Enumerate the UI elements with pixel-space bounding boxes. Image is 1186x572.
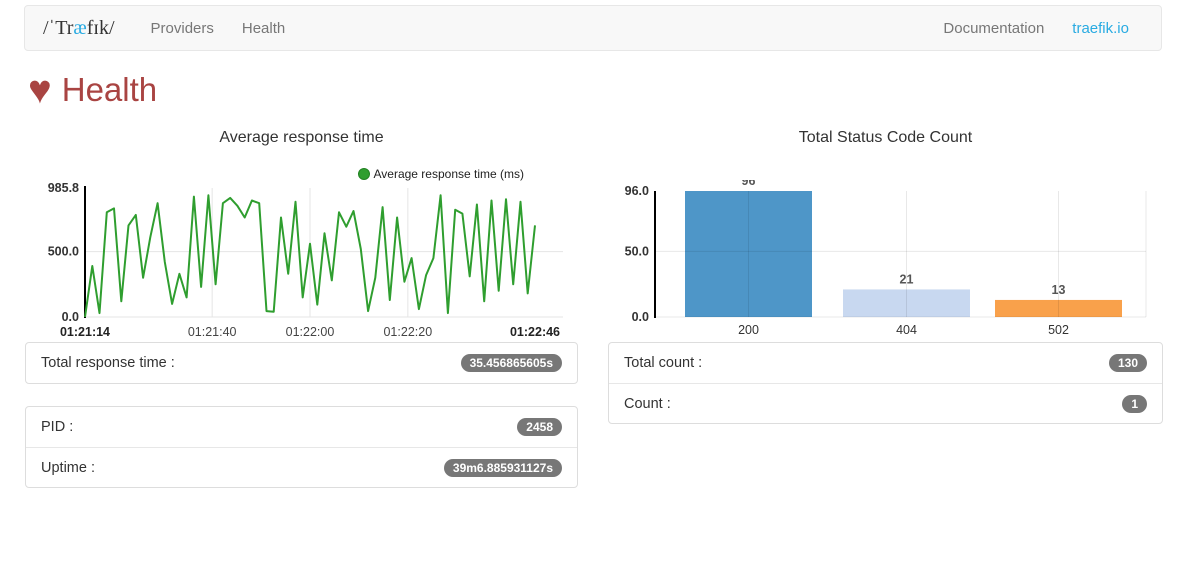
count-badge: 1 bbox=[1122, 395, 1147, 413]
svg-text:21: 21 bbox=[900, 272, 914, 286]
stat-label: Uptime : bbox=[41, 460, 95, 476]
svg-text:200: 200 bbox=[738, 323, 759, 337]
nav-item-providers[interactable]: Providers bbox=[151, 20, 214, 37]
svg-text:96: 96 bbox=[742, 180, 756, 188]
svg-text:0.0: 0.0 bbox=[632, 310, 649, 324]
process-info-panel: PID : 2458 Uptime : 39m6.885931127s bbox=[25, 406, 578, 488]
logo-text-ae: æ bbox=[73, 17, 86, 39]
response-time-chart-title: Average response time bbox=[25, 127, 578, 147]
nav-item-documentation[interactable]: Documentation bbox=[943, 20, 1044, 37]
svg-text:50.0: 50.0 bbox=[625, 244, 649, 258]
svg-text:500.0: 500.0 bbox=[48, 245, 79, 259]
legend-dot-icon bbox=[358, 168, 370, 180]
svg-text:985.8: 985.8 bbox=[48, 181, 79, 195]
response-time-legend: Average response time (ms) bbox=[358, 167, 524, 181]
page-title: Health bbox=[62, 71, 157, 109]
svg-text:01:22:00: 01:22:00 bbox=[286, 325, 335, 339]
stat-label: Total response time : bbox=[41, 355, 175, 371]
page-header: ♥ Health bbox=[28, 71, 1162, 109]
pid-badge: 2458 bbox=[517, 418, 562, 436]
svg-text:01:22:46: 01:22:46 bbox=[510, 325, 560, 339]
nav-item-traefik-io[interactable]: traefik.io bbox=[1072, 20, 1129, 37]
stat-label: PID : bbox=[41, 419, 73, 435]
stat-row: PID : 2458 bbox=[26, 407, 577, 447]
status-code-bar-chart: 96 21 13 200 404 502 0.0 50.0 96.0 bbox=[608, 180, 1163, 342]
stat-row: Count : 1 bbox=[609, 383, 1162, 423]
svg-text:0.0: 0.0 bbox=[62, 310, 79, 324]
svg-text:13: 13 bbox=[1052, 283, 1066, 297]
response-time-chart-card: Average response time Average response t… bbox=[25, 127, 578, 342]
status-code-chart-title: Total Status Code Count bbox=[608, 127, 1163, 147]
logo-text-post: fɪk/ bbox=[87, 17, 115, 39]
stat-row: Uptime : 39m6.885931127s bbox=[26, 447, 577, 487]
right-column: Total Status Code Count 96 21 13 200 404 502 0… bbox=[608, 127, 1163, 510]
traefik-logo[interactable]: /ˈTræfɪk/ bbox=[43, 17, 115, 40]
svg-text:96.0: 96.0 bbox=[625, 184, 649, 198]
stat-label: Count : bbox=[624, 396, 671, 412]
heart-icon: ♥ bbox=[28, 72, 52, 108]
response-time-line-chart: 0.0 500.0 985.8 01:21:14 01:21:40 01:22:00 01:… bbox=[25, 180, 580, 342]
total-response-time-panel: Total response time : 35.456865605s bbox=[25, 342, 578, 384]
svg-text:01:21:40: 01:21:40 bbox=[188, 325, 237, 339]
total-count-badge: 130 bbox=[1109, 354, 1147, 372]
svg-text:502: 502 bbox=[1048, 323, 1069, 337]
left-column: Average response time Average response t… bbox=[25, 127, 578, 510]
stat-label: Total count : bbox=[624, 355, 702, 371]
total-response-time-badge: 35.456865605s bbox=[461, 354, 562, 372]
svg-text:01:21:14: 01:21:14 bbox=[60, 325, 110, 339]
navbar: /ˈTræfɪk/ Providers Health Documentation… bbox=[24, 5, 1162, 51]
stat-row: Total response time : 35.456865605s bbox=[26, 343, 577, 383]
svg-text:404: 404 bbox=[896, 323, 917, 337]
uptime-badge: 39m6.885931127s bbox=[444, 459, 562, 477]
logo-text-pre: /ˈTr bbox=[43, 17, 73, 39]
count-panel: Total count : 130 Count : 1 bbox=[608, 342, 1163, 424]
legend-label: Average response time (ms) bbox=[373, 167, 524, 181]
stat-row: Total count : 130 bbox=[609, 343, 1162, 383]
svg-text:01:22:20: 01:22:20 bbox=[383, 325, 432, 339]
status-code-chart-card: Total Status Code Count 96 21 13 200 404 502 0… bbox=[608, 127, 1163, 342]
nav-item-health[interactable]: Health bbox=[242, 20, 285, 37]
content-row: Average response time Average response t… bbox=[25, 127, 1162, 510]
